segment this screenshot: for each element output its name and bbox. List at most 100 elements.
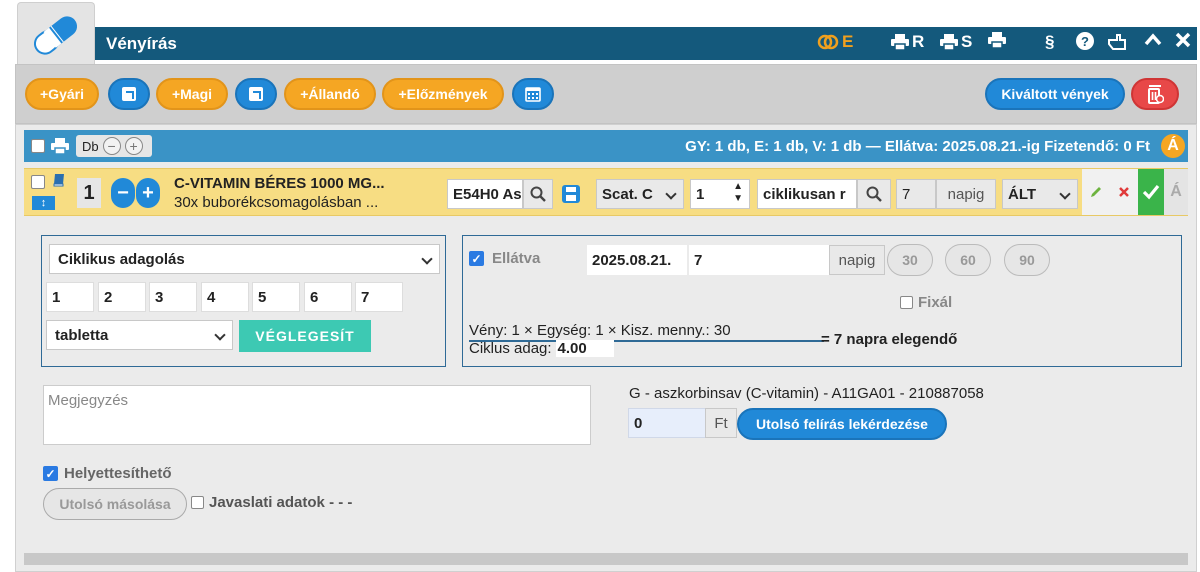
help-button[interactable]: ? [1076, 32, 1094, 50]
code-input[interactable]: E54H0 As [447, 179, 523, 209]
help-icon: ? [1076, 32, 1094, 50]
cycle-day-1[interactable]: 1 [46, 282, 94, 312]
substitution-a-button[interactable]: Á [1164, 169, 1188, 215]
quantity-increment-button[interactable]: + [136, 178, 160, 208]
count-stepper[interactable]: 1 ▲ ▼ [690, 179, 750, 209]
paragraph-label: § [1045, 32, 1055, 51]
alt-value: ÁLT [1008, 185, 1037, 203]
db-stepper: Db − + [76, 135, 152, 157]
add-gyari-button[interactable]: +Gyári [25, 78, 99, 110]
print-r-button[interactable]: R [891, 32, 924, 52]
printer-icon [940, 34, 958, 50]
summary-bar: Db − + GY: 1 db, E: 1 db, V: 1 db — Ellá… [24, 130, 1188, 162]
db-label: Db [82, 138, 99, 154]
suggestion-toggle[interactable]: Javaslati adatok - - - [191, 494, 352, 511]
external-link-button[interactable] [1107, 32, 1127, 50]
dosage-search-button[interactable] [857, 179, 891, 209]
preset-30-button[interactable]: 30 [887, 244, 933, 276]
open-magi-button[interactable] [235, 78, 277, 110]
save-button[interactable] [556, 179, 586, 209]
note-textarea[interactable]: Megjegyzés [43, 385, 591, 445]
decrement-button[interactable]: − [102, 137, 121, 155]
finalize-button[interactable]: VÉGLEGESÍT [239, 320, 371, 352]
days-input[interactable]: 7 [896, 179, 936, 209]
substitution-badge[interactable]: Á [1161, 134, 1185, 158]
replaceable-toggle[interactable]: ✓ Helyettesíthető [43, 465, 172, 482]
increment-button[interactable]: + [124, 137, 143, 155]
check-icon: ✓ [469, 251, 484, 266]
unit-select[interactable]: tabletta [46, 320, 233, 350]
calendar-icon [525, 87, 541, 102]
supplied-toggle[interactable]: ✓ Ellátva [469, 250, 540, 267]
app-logo-tab [17, 2, 95, 64]
days-unit: napig [936, 179, 996, 209]
pencil-icon [1091, 187, 1101, 197]
cycle-day-3[interactable]: 3 [149, 282, 197, 312]
dosage-type-select[interactable]: Ciklikus adagolás [49, 244, 440, 274]
substance-info: G - aszkorbinsav (C-vitamin) - A11GA01 -… [629, 385, 984, 402]
add-magi-button[interactable]: +Magi [156, 78, 228, 110]
summary-text: GY: 1 db, E: 1 db, V: 1 db — Ellátva: 20… [685, 138, 1150, 155]
delete-button[interactable] [1131, 78, 1179, 110]
sufficiency-result: = 7 napra elegendő [821, 331, 958, 348]
add-allando-button[interactable]: +Állandó [284, 78, 376, 110]
edit-button[interactable] [1082, 169, 1110, 215]
cycle-dose-value[interactable]: 4.00 [555, 340, 614, 357]
print-button[interactable] [988, 32, 1006, 48]
fix-label: Fixál [918, 294, 953, 311]
scat-select[interactable]: Scat. C [596, 179, 684, 209]
supply-date-input[interactable]: 2025.08.21. [587, 245, 687, 275]
printer-icon [891, 34, 909, 50]
spinner-arrows-icon[interactable]: ▲ ▼ [733, 181, 743, 205]
unit-value: tabletta [55, 326, 109, 344]
pill-icon [33, 16, 78, 55]
open-gyari-button[interactable] [108, 78, 150, 110]
calendar-button[interactable] [512, 78, 554, 110]
remove-button[interactable] [1110, 169, 1138, 215]
drug-row: ↕ 1 − + C-VITAMIN BÉRES 1000 MG... 30x b… [24, 168, 1188, 216]
paragraph-button[interactable]: § [1045, 32, 1054, 52]
supply-days-input[interactable]: 7 [689, 245, 829, 275]
chevron-up-icon [1144, 33, 1162, 46]
book-icon[interactable] [52, 173, 66, 187]
bottom-strip [24, 553, 1188, 565]
copy-last-button[interactable]: Utolsó másolása [43, 488, 187, 520]
suggestion-checkbox [191, 496, 204, 509]
hand-pointer-icon [1108, 34, 1126, 50]
dosage-mode-input[interactable]: ciklikusan r [757, 179, 857, 209]
toolbar: +Gyári +Magi +Állandó +Előzmények Kivált… [15, 64, 1197, 124]
e-label: E [842, 32, 854, 51]
preset-90-button[interactable]: 90 [1004, 244, 1050, 276]
replaceable-label: Helyettesíthető [64, 465, 172, 482]
price-input[interactable]: 0 [628, 408, 706, 438]
fix-toggle[interactable]: Fixál [900, 294, 952, 311]
collapse-button[interactable] [1144, 32, 1162, 46]
add-elozmenyek-button[interactable]: +Előzmények [382, 78, 504, 110]
scat-value: Scat. C [602, 185, 653, 203]
cycle-day-5[interactable]: 5 [252, 282, 300, 312]
supply-panel: ✓ Ellátva 2025.08.21. 7 napig 30 60 90 F… [462, 235, 1182, 367]
drug-select-checkbox[interactable] [31, 175, 45, 189]
alt-select[interactable]: ÁLT [1002, 179, 1078, 209]
drug-name: C-VITAMIN BÉRES 1000 MG... [174, 175, 385, 192]
kivaltott-venyek-button[interactable]: Kiváltott vények [985, 78, 1125, 110]
last-prescription-query-button[interactable]: Utolsó felírás lekérdezése [737, 408, 947, 440]
print-s-button[interactable]: S [940, 32, 972, 52]
code-search-button[interactable] [523, 179, 553, 209]
supplied-label: Ellátva [492, 250, 541, 267]
cycle-day-6[interactable]: 6 [304, 282, 352, 312]
reorder-handle[interactable]: ↕ [32, 196, 55, 210]
confirm-button[interactable] [1138, 169, 1164, 215]
select-all-checkbox[interactable] [31, 139, 45, 153]
e-prescription-button[interactable]: E [817, 32, 853, 52]
cycle-day-7[interactable]: 7 [355, 282, 403, 312]
quantity-decrement-button[interactable]: − [111, 178, 135, 208]
preset-60-button[interactable]: 60 [945, 244, 991, 276]
dosage-type-value: Ciklikus adagolás [58, 250, 185, 268]
page-title: Vényírás [106, 34, 177, 53]
cycle-day-2[interactable]: 2 [98, 282, 146, 312]
svg-text:?: ? [1081, 34, 1089, 49]
close-button[interactable] [1175, 32, 1191, 48]
cycle-day-4[interactable]: 4 [201, 282, 249, 312]
printer-icon[interactable] [51, 138, 69, 154]
